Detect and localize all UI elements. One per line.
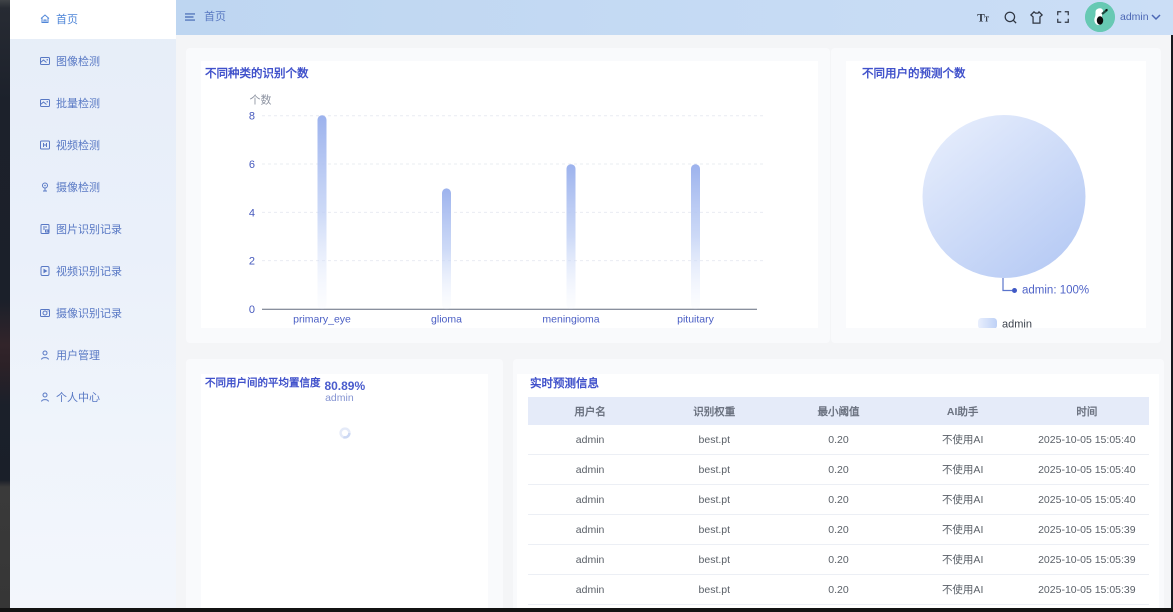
svg-text:admin: admin — [1002, 319, 1032, 329]
svg-text:4: 4 — [249, 207, 255, 219]
svg-text:admin: 100%: admin: 100% — [1022, 285, 1089, 297]
svg-text:2: 2 — [249, 256, 255, 268]
svg-text:primary_eye: primary_eye — [293, 314, 351, 326]
svg-text:meningioma: meningioma — [542, 314, 599, 326]
svg-text:0: 0 — [249, 304, 255, 316]
svg-text:glioma: glioma — [431, 314, 462, 326]
svg-text:pituitary: pituitary — [677, 314, 715, 326]
svg-text:个数: 个数 — [250, 94, 272, 107]
svg-text:T: T — [984, 14, 989, 23]
svg-text:8: 8 — [249, 111, 255, 123]
svg-text:6: 6 — [249, 159, 255, 171]
